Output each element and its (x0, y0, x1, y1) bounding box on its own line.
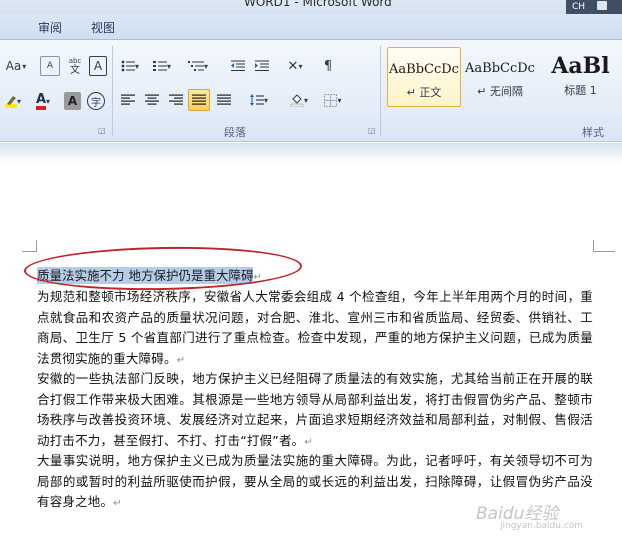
justify-icon (192, 94, 206, 105)
crop-mark (593, 251, 615, 252)
borders-button[interactable]: ▾ (318, 90, 348, 110)
highlight-color-button[interactable]: ▾ (0, 90, 26, 112)
enclose-char-icon: 字 (91, 97, 101, 109)
font-color-button[interactable]: A ▾ (30, 90, 56, 112)
show-marks-button[interactable]: ¶ (318, 56, 338, 76)
highlighter-icon (4, 94, 17, 108)
char-border-icon: A (93, 59, 103, 73)
chevron-down-icon: ▾ (46, 96, 51, 106)
bullets-icon (121, 60, 135, 72)
tab-review[interactable]: 审阅 (38, 19, 62, 36)
enclose-char-button[interactable]: 字 (87, 92, 105, 110)
clear-format-icon: A (46, 61, 54, 71)
group-separator (112, 46, 113, 136)
align-center-button[interactable] (142, 90, 162, 110)
chevron-down-icon: ▾ (303, 95, 308, 105)
distributed-icon (217, 94, 231, 105)
page-edge-shadow (0, 143, 622, 163)
char-border-button[interactable]: A (89, 56, 107, 76)
chevron-down-icon: ▾ (166, 61, 171, 71)
chevron-down-icon: ▾ (203, 61, 208, 71)
style-name: ↵ 无间隔 (477, 85, 523, 98)
style-name: 标题 1 (564, 84, 597, 97)
document-area[interactable]: 质量法实施不力 地方保护仍是重大障碍↵ 为规范和整顿市场经济秩序，安徽省人大常委… (0, 143, 622, 548)
paragraph[interactable]: 安徽的一些执法部门反映，地方保护主义已经阻碍了质量法的有效实施，尤其给当前正在开… (37, 369, 593, 453)
char-shading-icon: A (67, 94, 78, 108)
char-shading-button[interactable]: A (64, 92, 81, 110)
decrease-indent-icon (231, 60, 245, 71)
change-case-icon: Aa (5, 59, 22, 73)
multilevel-list-icon (187, 61, 204, 71)
increase-indent-icon (255, 60, 269, 71)
tab-view[interactable]: 视图 (91, 19, 115, 36)
language-label: CH (572, 2, 586, 12)
font-color-icon: A (35, 93, 47, 110)
phonetic-guide-icon: 文 (70, 65, 80, 76)
increase-indent-button[interactable] (252, 56, 272, 76)
group-separator (380, 46, 381, 136)
multilevel-list-button[interactable]: ▾ (184, 56, 212, 76)
style-no-spacing[interactable]: AaBbCcDc ↵ 无间隔 (463, 47, 537, 107)
align-right-button[interactable] (166, 90, 186, 110)
align-left-icon (121, 94, 135, 105)
style-name: ↵ 正文 (406, 86, 442, 99)
title-bar: WORD1 - Microsoft Word CH (0, 0, 622, 14)
paragraph-group-label: 段落 (224, 126, 246, 139)
language-indicator[interactable]: CH (566, 0, 622, 14)
align-left-button[interactable] (118, 90, 138, 110)
shading-button[interactable]: ▾ (286, 90, 312, 110)
paint-bucket-icon (290, 94, 304, 107)
line-spacing-button[interactable]: ▾ (246, 90, 272, 110)
ribbon: Aa ▾ A abc 文 A ▾ A ▾ A 字 ▾ ▾ ▾ ✕ ▾ ¶ ▾ ▾… (0, 40, 622, 142)
style-sample: AaBl (551, 53, 610, 79)
font-dialog-launcher-icon[interactable]: ◲ (98, 126, 106, 135)
style-normal[interactable]: AaBbCcDc ↵ 正文 (387, 47, 461, 107)
chevron-down-icon: ▾ (298, 61, 303, 71)
justify-button[interactable] (188, 89, 210, 111)
sort-icon: ✕ (287, 58, 299, 74)
word-window: WORD1 - Microsoft Word CH 审阅 视图 Aa ▾ A ab… (0, 0, 622, 548)
style-sample: AaBbCcDc (389, 62, 459, 77)
decrease-indent-button[interactable] (228, 56, 248, 76)
chevron-down-icon: ▾ (337, 95, 342, 105)
numbering-button[interactable]: ▾ (150, 56, 174, 76)
chevron-down-icon: ▾ (263, 95, 268, 105)
window-title: WORD1 - Microsoft Word (244, 0, 392, 9)
change-case-button[interactable]: Aa ▾ (0, 56, 32, 76)
chevron-down-icon: ▾ (16, 96, 21, 106)
ribbon-tabs: 审阅 视图 (0, 14, 622, 40)
ime-icon[interactable] (596, 1, 607, 10)
styles-group-label: 样式 (582, 126, 604, 139)
phonetic-guide-button[interactable]: abc 文 (64, 56, 86, 76)
watermark-url: jingyan.baidu.com (500, 521, 584, 531)
numbering-icon (152, 61, 167, 71)
chevron-down-icon: ▾ (134, 61, 139, 71)
align-center-icon (145, 94, 159, 105)
style-heading-1[interactable]: AaBl 标题 1 (539, 47, 622, 107)
paragraph-dialog-launcher-icon[interactable]: ◲ (368, 126, 376, 135)
clear-format-button[interactable]: A (40, 56, 60, 76)
crop-mark (22, 251, 37, 252)
line-spacing-icon (249, 94, 264, 106)
borders-icon (324, 93, 338, 107)
style-sample: AaBbCcDc (465, 61, 535, 76)
align-right-icon (169, 94, 183, 105)
bullets-button[interactable]: ▾ (118, 56, 142, 76)
distributed-button[interactable] (214, 90, 234, 110)
pilcrow-icon: ¶ (323, 58, 333, 74)
paragraph[interactable]: 为规范和整顿市场经济秩序，安徽省人大常委会组成 4 个检查组，今年上半年用两个月… (37, 287, 593, 371)
styles-gallery: AaBbCcDc ↵ 正文 AaBbCcDc ↵ 无间隔 AaBl 标题 1 (383, 47, 622, 109)
sort-text-button[interactable]: ✕ ▾ (282, 56, 308, 76)
